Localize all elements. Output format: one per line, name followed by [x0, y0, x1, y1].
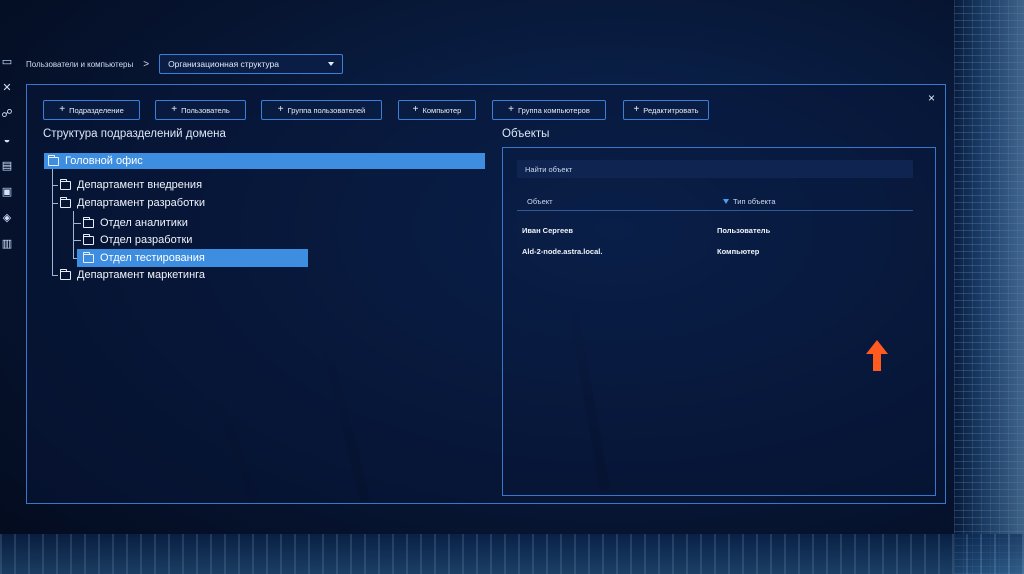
column-header-label: Тип объекта [733, 197, 776, 206]
left-icon-rail: ▭ ✕ ☍ ◒ ▤ ▣ ◈ ▥ [0, 56, 14, 250]
table-cell-object[interactable]: Ald-2-node.astra.local. [522, 247, 602, 256]
add-user-label: Пользователь [181, 105, 230, 115]
view-select-value: Организационная структура [168, 59, 279, 69]
edit-label: Редактитровать [643, 105, 699, 115]
plus-icon: + [277, 104, 284, 115]
plus-icon: + [508, 104, 514, 115]
tree-node-label: Департамент маркетинга [77, 269, 206, 281]
shield-icon[interactable]: ◒ [1, 134, 13, 146]
tools-icon[interactable]: ✕ [1, 82, 13, 94]
filter-icon[interactable] [723, 199, 729, 204]
tree-node-label: Головной офис [65, 155, 143, 167]
breadcrumb-separator: > [143, 58, 150, 70]
toolbar: + Подразделение + Пользователь + Группа пол… [43, 100, 709, 120]
tree-node-label: Отдел аналитики [100, 217, 188, 229]
background-right-glow [954, 0, 1024, 574]
add-computer-label: Компьютер [422, 105, 462, 115]
add-computer-group-label: Группа компьютеров [518, 105, 590, 115]
tree-node-analytics[interactable]: Отдел аналитики [83, 215, 188, 231]
edit-button[interactable]: + Редактитровать [623, 100, 709, 120]
plus-icon: + [59, 104, 66, 115]
tree-node-label: Департамент внедрения [77, 179, 203, 191]
domain-tree: Головной офис Департамент внедрения Депа… [43, 153, 487, 353]
users-icon[interactable]: ☍ [1, 108, 13, 120]
tree-node-implementation[interactable]: Департамент внедрения [60, 177, 202, 193]
table-cell-type: Компьютер [717, 247, 760, 256]
tree-node-testing[interactable]: Отдел тестирования [77, 249, 308, 267]
plus-icon: + [633, 104, 640, 115]
table-cell-type: Пользователь [717, 226, 771, 235]
breadcrumb-section[interactable]: Пользователи и компьютеры [26, 60, 133, 69]
tree-connector [73, 211, 74, 258]
folder-open-icon [60, 196, 71, 208]
header-divider [517, 210, 913, 211]
objects-title: Объекты [502, 128, 550, 140]
tree-node-label: Департамент разработки [77, 197, 205, 209]
folder-icon [60, 178, 71, 190]
chart-icon[interactable]: ▥ [1, 238, 13, 250]
folder-icon [83, 216, 94, 228]
chevron-down-icon [328, 62, 335, 66]
tree-connector [52, 203, 58, 204]
column-header-label: Объект [527, 197, 553, 206]
plus-icon: + [171, 104, 178, 115]
tree-node-label: Отдел тестирования [100, 252, 205, 264]
tree-connector [52, 275, 58, 276]
cursor-arrow-icon [866, 340, 888, 371]
folder-open-icon [48, 154, 59, 166]
card-icon[interactable]: ▤ [1, 160, 13, 172]
add-computer-group-button[interactable]: + Группа компьютеров [492, 100, 606, 120]
screen-icon[interactable]: ▣ [1, 186, 13, 198]
table-cell-object[interactable]: Иван Сергеев [522, 226, 573, 235]
background-bottom-glow [0, 534, 1024, 574]
view-select[interactable]: Организационная структура [159, 54, 344, 74]
folder-icon [83, 233, 94, 245]
column-header-type[interactable]: Тип объекта [723, 197, 776, 206]
tree-node-marketing[interactable]: Департамент маркетинга [60, 267, 205, 283]
layers-icon[interactable]: ◈ [1, 212, 13, 224]
plus-icon: + [412, 104, 419, 115]
tree-node-head-office[interactable]: Головной офис [44, 153, 485, 169]
folder-icon [83, 251, 94, 263]
add-user-group-button[interactable]: + Группа пользователей [261, 100, 382, 120]
search-input[interactable]: Найти объект [517, 160, 913, 178]
add-subdivision-label: Подразделение [69, 105, 124, 115]
add-computer-button[interactable]: + Компьютер [398, 100, 476, 120]
objects-panel: Найти объект Объект Тип объекта Иван Сер… [502, 147, 936, 496]
tree-connector [73, 240, 81, 241]
close-button[interactable]: × [928, 91, 935, 105]
folder-icon [60, 268, 71, 280]
monitor-icon[interactable]: ▭ [1, 56, 13, 68]
tree-title: Структура подразделений домена [43, 128, 226, 140]
breadcrumb: Пользователи и компьютеры > Организацион… [26, 54, 344, 74]
tree-connector [73, 223, 81, 224]
tree-connector [52, 185, 58, 186]
org-structure-panel: × + Подразделение + Пользователь + Группа п… [26, 84, 946, 504]
add-subdivision-button[interactable]: + Подразделение [43, 100, 140, 120]
add-user-group-label: Группа пользователей [287, 105, 366, 115]
add-user-button[interactable]: + Пользователь [155, 100, 246, 120]
tree-node-development[interactable]: Департамент разработки [60, 195, 205, 211]
tree-node-label: Отдел разработки [100, 234, 193, 246]
tree-node-dev-section[interactable]: Отдел разработки [83, 232, 192, 248]
column-header-object[interactable]: Объект [527, 197, 553, 206]
